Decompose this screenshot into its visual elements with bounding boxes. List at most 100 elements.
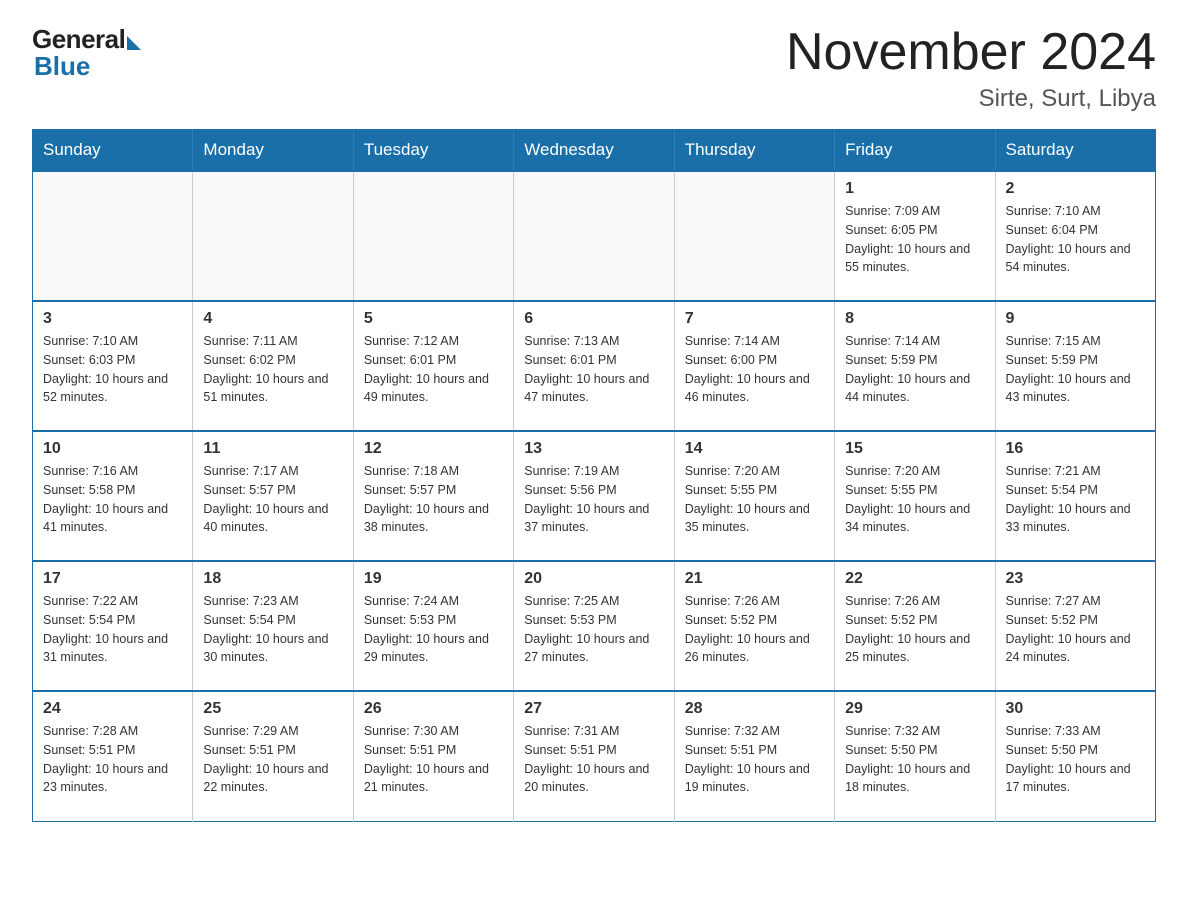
calendar-day-cell (353, 171, 513, 301)
calendar-day-cell (514, 171, 674, 301)
day-number: 21 (685, 570, 824, 588)
weekday-header-sunday: Sunday (33, 130, 193, 172)
calendar-day-cell: 1 Sunrise: 7:09 AMSunset: 6:05 PMDaylight… (835, 171, 995, 301)
location-subtitle: Sirte, Surt, Libya (786, 85, 1156, 113)
weekday-header-thursday: Thursday (674, 130, 834, 172)
calendar-day-cell: 23 Sunrise: 7:27 AMSunset: 5:52 PMDayligh… (995, 561, 1155, 691)
day-info: Sunrise: 7:10 AMSunset: 6:04 PMDaylight:… (1006, 202, 1145, 277)
calendar-day-cell: 15 Sunrise: 7:20 AMSunset: 5:55 PMDayligh… (835, 431, 995, 561)
day-number: 23 (1006, 570, 1145, 588)
calendar-day-cell: 5 Sunrise: 7:12 AMSunset: 6:01 PMDaylight… (353, 301, 513, 431)
calendar-day-cell: 29Sunrise: 7:32 AMSunset: 5:50 PMDayligh… (835, 691, 995, 821)
day-number: 25 (203, 700, 342, 718)
calendar-day-cell: 12Sunrise: 7:18 AMSunset: 5:57 PMDayligh… (353, 431, 513, 561)
calendar-week-row: 24 Sunrise: 7:28 AMSunset: 5:51 PMDayligh… (33, 691, 1156, 821)
day-number: 24 (43, 700, 182, 718)
day-info: Sunrise: 7:29 AMSunset: 5:51 PMDaylight:… (203, 722, 342, 797)
calendar-day-cell: 7 Sunrise: 7:14 AMSunset: 6:00 PMDaylight… (674, 301, 834, 431)
logo-arrow-icon (127, 36, 141, 50)
day-number: 10 (43, 440, 182, 458)
calendar-day-cell (193, 171, 353, 301)
calendar-day-cell: 20Sunrise: 7:25 AMSunset: 5:53 PMDayligh… (514, 561, 674, 691)
day-info: Sunrise: 7:31 AMSunset: 5:51 PMDaylight:… (524, 722, 663, 797)
calendar-day-cell (33, 171, 193, 301)
day-info: Sunrise: 7:19 AMSunset: 5:56 PMDaylight:… (524, 462, 663, 537)
calendar-week-row: 3 Sunrise: 7:10 AMSunset: 6:03 PMDaylight… (33, 301, 1156, 431)
calendar-day-cell: 19 Sunrise: 7:24 AMSunset: 5:53 PMDayligh… (353, 561, 513, 691)
day-number: 3 (43, 310, 182, 328)
calendar-day-cell: 14 Sunrise: 7:20 AMSunset: 5:55 PMDayligh… (674, 431, 834, 561)
calendar-day-cell: 10 Sunrise: 7:16 AMSunset: 5:58 PMDayligh… (33, 431, 193, 561)
calendar-header-row: SundayMondayTuesdayWednesdayThursdayFrid… (33, 130, 1156, 172)
day-number: 17 (43, 570, 182, 588)
calendar-body: 1 Sunrise: 7:09 AMSunset: 6:05 PMDaylight… (33, 171, 1156, 821)
day-info: Sunrise: 7:20 AMSunset: 5:55 PMDaylight:… (685, 462, 824, 537)
day-info: Sunrise: 7:14 AMSunset: 5:59 PMDaylight:… (845, 332, 984, 407)
calendar-day-cell: 2 Sunrise: 7:10 AMSunset: 6:04 PMDaylight… (995, 171, 1155, 301)
day-info: Sunrise: 7:15 AMSunset: 5:59 PMDaylight:… (1006, 332, 1145, 407)
day-info: Sunrise: 7:30 AMSunset: 5:51 PMDaylight:… (364, 722, 503, 797)
day-info: Sunrise: 7:24 AMSunset: 5:53 PMDaylight:… (364, 592, 503, 667)
day-info: Sunrise: 7:17 AMSunset: 5:57 PMDaylight:… (203, 462, 342, 537)
calendar-day-cell: 24 Sunrise: 7:28 AMSunset: 5:51 PMDayligh… (33, 691, 193, 821)
day-number: 7 (685, 310, 824, 328)
page-title: November 2024 (786, 24, 1156, 81)
day-number: 22 (845, 570, 984, 588)
calendar-day-cell: 3 Sunrise: 7:10 AMSunset: 6:03 PMDaylight… (33, 301, 193, 431)
day-info: Sunrise: 7:27 AMSunset: 5:52 PMDaylight:… (1006, 592, 1145, 667)
calendar-day-cell: 16Sunrise: 7:21 AMSunset: 5:54 PMDayligh… (995, 431, 1155, 561)
day-number: 4 (203, 310, 342, 328)
calendar-day-cell: 4 Sunrise: 7:11 AMSunset: 6:02 PMDaylight… (193, 301, 353, 431)
day-info: Sunrise: 7:26 AMSunset: 5:52 PMDaylight:… (685, 592, 824, 667)
day-number: 29 (845, 700, 984, 718)
page-header: General Blue November 2024 Sirte, Surt, … (32, 24, 1156, 113)
day-number: 28 (685, 700, 824, 718)
day-info: Sunrise: 7:33 AMSunset: 5:50 PMDaylight:… (1006, 722, 1145, 797)
calendar-day-cell: 11 Sunrise: 7:17 AMSunset: 5:57 PMDayligh… (193, 431, 353, 561)
calendar-day-cell: 22Sunrise: 7:26 AMSunset: 5:52 PMDayligh… (835, 561, 995, 691)
calendar-week-row: 17 Sunrise: 7:22 AMSunset: 5:54 PMDayligh… (33, 561, 1156, 691)
day-info: Sunrise: 7:23 AMSunset: 5:54 PMDaylight:… (203, 592, 342, 667)
day-number: 26 (364, 700, 503, 718)
day-number: 2 (1006, 180, 1145, 198)
day-info: Sunrise: 7:13 AMSunset: 6:01 PMDaylight:… (524, 332, 663, 407)
weekday-header-saturday: Saturday (995, 130, 1155, 172)
day-info: Sunrise: 7:28 AMSunset: 5:51 PMDaylight:… (43, 722, 182, 797)
day-number: 6 (524, 310, 663, 328)
calendar-day-cell: 21 Sunrise: 7:26 AMSunset: 5:52 PMDayligh… (674, 561, 834, 691)
day-number: 30 (1006, 700, 1145, 718)
calendar-week-row: 1 Sunrise: 7:09 AMSunset: 6:05 PMDaylight… (33, 171, 1156, 301)
day-number: 18 (203, 570, 342, 588)
day-info: Sunrise: 7:25 AMSunset: 5:53 PMDaylight:… (524, 592, 663, 667)
day-number: 27 (524, 700, 663, 718)
day-info: Sunrise: 7:11 AMSunset: 6:02 PMDaylight:… (203, 332, 342, 407)
day-number: 19 (364, 570, 503, 588)
day-info: Sunrise: 7:12 AMSunset: 6:01 PMDaylight:… (364, 332, 503, 407)
title-section: November 2024 Sirte, Surt, Libya (786, 24, 1156, 113)
calendar-day-cell: 9Sunrise: 7:15 AMSunset: 5:59 PMDaylight… (995, 301, 1155, 431)
day-number: 1 (845, 180, 984, 198)
day-number: 13 (524, 440, 663, 458)
weekday-header-monday: Monday (193, 130, 353, 172)
day-number: 15 (845, 440, 984, 458)
day-number: 5 (364, 310, 503, 328)
weekday-header-friday: Friday (835, 130, 995, 172)
day-number: 14 (685, 440, 824, 458)
day-info: Sunrise: 7:14 AMSunset: 6:00 PMDaylight:… (685, 332, 824, 407)
calendar-day-cell: 13 Sunrise: 7:19 AMSunset: 5:56 PMDayligh… (514, 431, 674, 561)
day-info: Sunrise: 7:16 AMSunset: 5:58 PMDaylight:… (43, 462, 182, 537)
day-number: 8 (845, 310, 984, 328)
day-info: Sunrise: 7:09 AMSunset: 6:05 PMDaylight:… (845, 202, 984, 277)
day-info: Sunrise: 7:20 AMSunset: 5:55 PMDaylight:… (845, 462, 984, 537)
day-info: Sunrise: 7:21 AMSunset: 5:54 PMDaylight:… (1006, 462, 1145, 537)
calendar-day-cell: 18 Sunrise: 7:23 AMSunset: 5:54 PMDayligh… (193, 561, 353, 691)
day-info: Sunrise: 7:22 AMSunset: 5:54 PMDaylight:… (43, 592, 182, 667)
calendar-day-cell: 17 Sunrise: 7:22 AMSunset: 5:54 PMDayligh… (33, 561, 193, 691)
day-info: Sunrise: 7:32 AMSunset: 5:51 PMDaylight:… (685, 722, 824, 797)
weekday-header-tuesday: Tuesday (353, 130, 513, 172)
day-number: 11 (203, 440, 342, 458)
calendar-day-cell: 8 Sunrise: 7:14 AMSunset: 5:59 PMDaylight… (835, 301, 995, 431)
day-info: Sunrise: 7:10 AMSunset: 6:03 PMDaylight:… (43, 332, 182, 407)
calendar-day-cell: 26 Sunrise: 7:30 AMSunset: 5:51 PMDayligh… (353, 691, 513, 821)
day-info: Sunrise: 7:18 AMSunset: 5:57 PMDaylight:… (364, 462, 503, 537)
